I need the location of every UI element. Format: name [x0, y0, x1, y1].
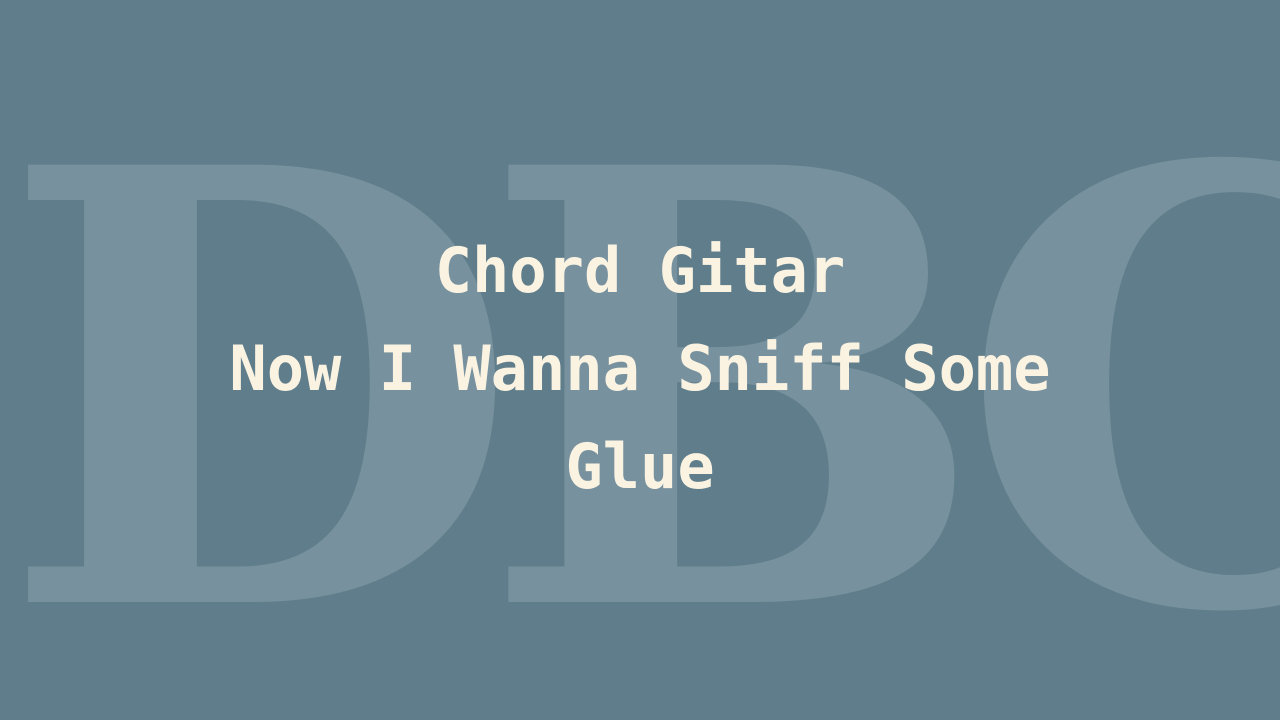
title-line-song-name: Now I Wanna Sniff Some: [229, 332, 1051, 405]
title-line-song-name-end: Glue: [565, 430, 715, 503]
title-line-chord-gitar: Chord Gitar: [434, 234, 846, 307]
song-title-block: Chord Gitar Now I Wanna Sniff Some Glue: [0, 222, 1280, 516]
thumbnail-canvas: DBC Chord Gitar Now I Wanna Sniff Some G…: [0, 0, 1280, 720]
